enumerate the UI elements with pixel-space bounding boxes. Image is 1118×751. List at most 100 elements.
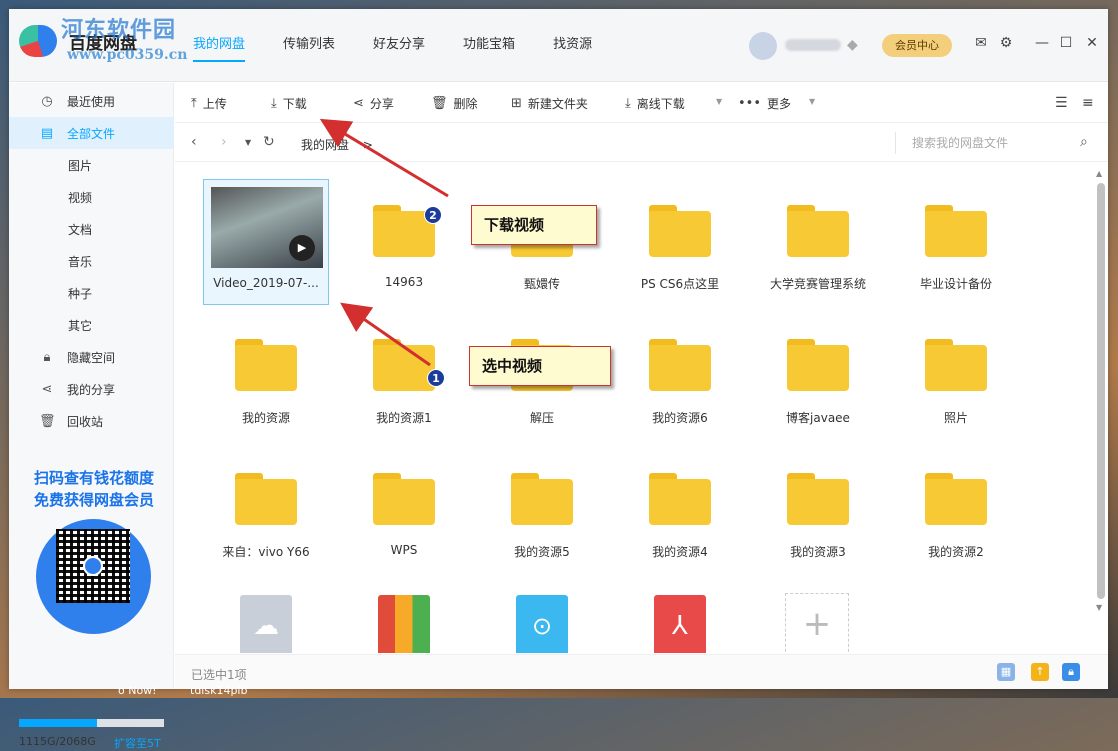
folder-tile[interactable]: WPS — [341, 447, 467, 573]
sidebar-item-music[interactable]: 音乐 — [9, 245, 174, 277]
watermark-title: 河东软件园 — [61, 17, 177, 43]
maximize-icon[interactable]: ☐ — [1057, 35, 1075, 51]
sidebar-item-label: 最近使用 — [67, 94, 116, 109]
share-button[interactable]: ⋖ 分享 — [353, 95, 394, 112]
apps-grid-icon[interactable]: ▦ — [997, 663, 1015, 681]
folder-tile[interactable]: 14963 — [341, 179, 467, 305]
upload-button[interactable]: ⤒ 上传 — [191, 95, 227, 112]
folder-icon — [787, 473, 849, 525]
file-name: PS CS6点这里 — [640, 277, 720, 291]
video-file-tile[interactable]: ▶ Video_2019-07-... — [203, 179, 329, 305]
history-caret-icon[interactable]: ▼ — [245, 138, 251, 147]
folder-tile[interactable]: 我的资源1 — [341, 313, 467, 439]
folder-tile[interactable]: 我的资源6 — [617, 313, 743, 439]
folder-tile[interactable]: 我的资源4 — [617, 447, 743, 573]
file-name: 毕业设计备份 — [919, 277, 992, 291]
mail-icon[interactable]: ✉ — [972, 35, 990, 51]
vip-diamond-icon[interactable]: ◆ — [847, 37, 858, 53]
list-view-icon[interactable]: ≡ — [1082, 95, 1094, 111]
upload-label: 上传 — [202, 97, 227, 111]
back-icon[interactable]: ‹ — [191, 134, 197, 150]
search-input[interactable] — [895, 132, 1085, 154]
scroll-thumb[interactable] — [1097, 183, 1105, 599]
sort-icon[interactable]: ☰ — [1055, 95, 1068, 111]
scrollbar[interactable]: ▲ ▼ — [1096, 169, 1106, 639]
folder-tile[interactable]: PS CS6点这里 — [617, 179, 743, 305]
breadcrumb-separator: > — [362, 138, 373, 152]
folder-icon — [787, 205, 849, 257]
more-label: 更多 — [767, 97, 792, 111]
tab-find-resources[interactable]: 找资源 — [553, 33, 592, 62]
settings-icon[interactable]: ⚙ — [997, 35, 1015, 51]
sidebar-item-label: 种子 — [68, 286, 93, 301]
folder-icon — [649, 473, 711, 525]
sidebar-item-videos[interactable]: 视频 — [9, 181, 174, 213]
safe-box-icon[interactable]: 🔒︎ — [1062, 663, 1080, 681]
desktop-label-left: o Now! — [118, 684, 157, 697]
upload-folder-icon[interactable]: ↑ — [1031, 663, 1049, 681]
sidebar-item-hidden-space[interactable]: 🔒︎ 隐藏空间 — [9, 341, 174, 373]
folder-tile[interactable]: 我的资源 — [203, 313, 329, 439]
sidebar-item-label: 图片 — [68, 158, 93, 173]
new-folder-button[interactable]: ⊞ 新建文件夹 — [511, 95, 588, 112]
sidebar-item-recent[interactable]: ◷ 最近使用 — [9, 85, 174, 117]
share-label: 分享 — [369, 97, 394, 111]
sidebar-item-label: 回收站 — [67, 414, 104, 429]
breadcrumb-root[interactable]: 我的网盘 — [301, 138, 349, 152]
sidebar-item-label: 全部文件 — [67, 126, 116, 141]
scroll-down-icon[interactable]: ▼ — [1096, 603, 1102, 612]
promo-banner[interactable]: 扫码查有钱花额度 免费获得网盘会员 — [19, 467, 169, 511]
sidebar-item-all-files[interactable]: ▤ 全部文件 — [9, 117, 174, 149]
sidebar-item-images[interactable]: 图片 — [9, 149, 174, 181]
folder-tile[interactable]: 来自：vivo Y66 — [203, 447, 329, 573]
close-icon[interactable]: ✕ — [1083, 35, 1101, 51]
scroll-up-icon[interactable]: ▲ — [1096, 169, 1102, 178]
step-badge-1: 1 — [427, 369, 445, 387]
tab-transfer-list[interactable]: 传输列表 — [283, 33, 335, 62]
folder-tile[interactable]: 博客javaee — [755, 313, 881, 439]
minimize-icon[interactable]: — — [1033, 35, 1051, 51]
sidebar-item-other[interactable]: 其它 — [9, 309, 174, 341]
breadcrumb: 我的网盘 > — [301, 136, 373, 153]
sidebar-item-recycle-bin[interactable]: 🗑︎ 回收站 — [9, 405, 174, 437]
lock-icon: 🔒︎ — [43, 349, 51, 365]
folder-tile[interactable]: 我的资源5 — [479, 447, 605, 573]
avatar[interactable] — [749, 32, 777, 60]
member-center-button[interactable]: 会员中心 — [882, 34, 952, 57]
folder-tile[interactable]: 照片 — [893, 313, 1019, 439]
tab-my-netdisk[interactable]: 我的网盘 — [193, 33, 246, 62]
folder-tile[interactable]: 大学竞赛管理系统 — [755, 179, 881, 305]
desktop-label-right: tdisk14pib — [190, 684, 248, 697]
forward-icon[interactable]: › — [221, 134, 227, 150]
refresh-icon[interactable]: ↻ — [263, 134, 275, 150]
folder-tile[interactable]: 毕业设计备份 — [893, 179, 1019, 305]
qr-logo-icon — [83, 556, 103, 576]
folder-tile[interactable]: 我的资源3 — [755, 447, 881, 573]
tab-toolbox[interactable]: 功能宝箱 — [463, 33, 515, 62]
delete-button[interactable]: 🗑︎ 删除 — [431, 95, 478, 112]
file-name: 甄嬛传 — [523, 277, 560, 291]
folder-tile[interactable]: 我的资源2 — [893, 447, 1019, 573]
offline-download-button[interactable]: ⤓ 离线下载 — [625, 95, 685, 112]
file-tile[interactable] — [341, 581, 467, 653]
username-blurred[interactable] — [785, 39, 841, 51]
add-file-tile[interactable]: + — [755, 581, 881, 653]
sidebar-item-torrents[interactable]: 种子 — [9, 277, 174, 309]
trash-icon: 🗑︎ — [431, 96, 448, 111]
search-icon[interactable]: ⌕ — [1080, 134, 1088, 150]
new-folder-icon: ⊞ — [511, 96, 522, 111]
download-button[interactable]: ⤓ 下载 — [271, 95, 307, 112]
archive-file-icon — [378, 595, 430, 653]
file-name: 我的资源4 — [652, 545, 708, 559]
more-button[interactable]: ••• 更多 — [738, 95, 791, 112]
folder-icon — [787, 339, 849, 391]
expand-storage-link[interactable]: 扩容至5T — [114, 735, 161, 751]
offline-download-caret-icon[interactable]: ▼ — [716, 97, 722, 106]
file-tile[interactable]: ☁ — [203, 581, 329, 653]
sidebar-item-documents[interactable]: 文档 — [9, 213, 174, 245]
more-caret-icon[interactable]: ▼ — [809, 97, 815, 106]
tab-friend-share[interactable]: 好友分享 — [373, 33, 425, 62]
file-tile[interactable]: ⊙ — [479, 581, 605, 653]
sidebar-item-my-share[interactable]: ⋖ 我的分享 — [9, 373, 174, 405]
file-tile[interactable]: ⅄ — [617, 581, 743, 653]
